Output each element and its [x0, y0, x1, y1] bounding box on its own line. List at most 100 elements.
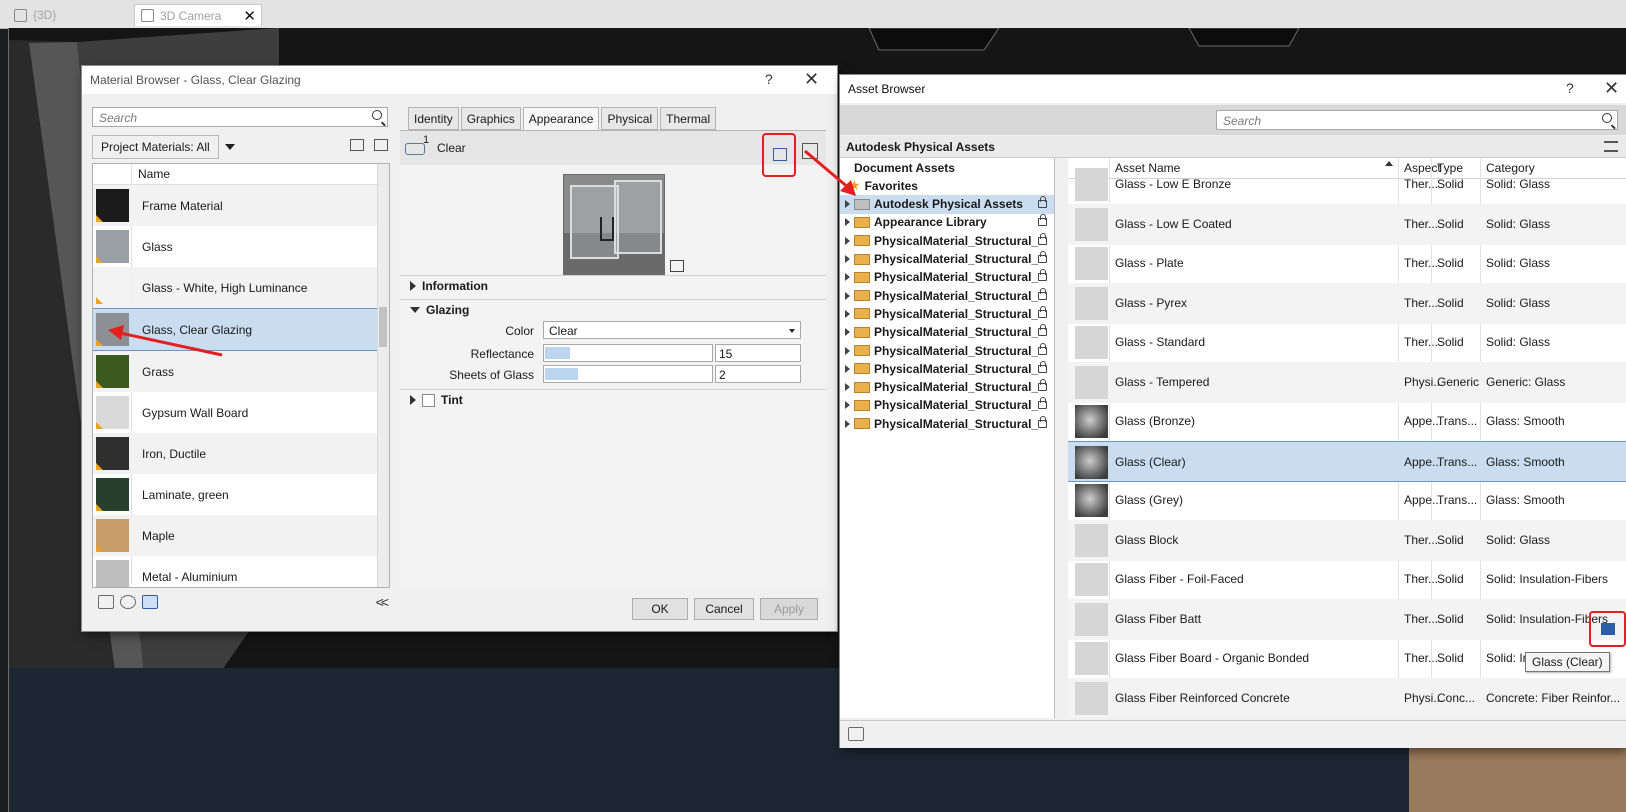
tab-thermal[interactable]: Thermal — [660, 107, 717, 130]
tree-item[interactable]: PhysicalMaterial_Structural_... — [840, 231, 1054, 250]
help-button[interactable]: ? — [1566, 80, 1574, 96]
tree-item[interactable]: PhysicalMaterial_Structural_... — [840, 323, 1054, 342]
tab-physical[interactable]: Physical — [601, 107, 659, 130]
asset-row[interactable]: Glass Fiber - Foil-Faced Ther... Solid Soli… — [1068, 559, 1626, 600]
tab-identity[interactable]: Identity — [408, 107, 459, 130]
expand-icon[interactable] — [845, 328, 850, 337]
material-row[interactable]: Frame Material — [93, 185, 389, 226]
asset-swatch — [1075, 326, 1108, 359]
scrollbar-thumb[interactable] — [379, 307, 387, 347]
close-dialog-button[interactable]: ✕ — [804, 69, 819, 90]
ok-button[interactable]: OK — [632, 598, 688, 620]
asset-row[interactable]: Glass - Low E Coated Ther... Solid Solid: G… — [1068, 203, 1626, 245]
asset-row[interactable]: Glass Fiber Batt Ther... Solid Solid: Insul… — [1068, 598, 1626, 640]
material-swatch — [96, 396, 129, 429]
material-row[interactable]: Grass — [93, 351, 389, 392]
tree-item-label: PhysicalMaterial_Structural_... — [874, 306, 1038, 321]
asset-row[interactable]: Glass (Grey) Appe... Trans... Glass: Smooth — [1068, 480, 1626, 521]
tab-appearance[interactable]: Appearance — [522, 107, 600, 130]
sheets-input[interactable]: 2 — [715, 365, 801, 383]
expand-icon[interactable] — [845, 309, 850, 318]
material-row[interactable]: Iron, Ductile — [93, 433, 389, 474]
material-row[interactable]: Gypsum Wall Board — [93, 392, 389, 433]
material-editor-tabs: Identity Graphics Appearance Physical Th… — [408, 107, 717, 130]
expand-icon[interactable] — [845, 236, 850, 245]
asset-row[interactable]: Glass (Bronze) Appe... Trans... Glass: Smoo… — [1068, 401, 1626, 442]
list-view-options-icon[interactable] — [374, 139, 388, 151]
tree-item[interactable]: PhysicalMaterial_Structural_... — [840, 359, 1054, 378]
material-swatch — [96, 437, 129, 470]
tree-item[interactable]: PhysicalMaterial_Structural_... — [840, 250, 1054, 269]
expand-icon[interactable] — [845, 401, 850, 410]
expand-icon[interactable] — [845, 419, 850, 428]
tree-item[interactable]: PhysicalMaterial_Structural_... — [840, 396, 1054, 415]
expand-icon[interactable] — [845, 218, 850, 227]
tree-item[interactable]: ★ Favorites — [840, 176, 1054, 195]
tab-graphics[interactable]: Graphics — [460, 107, 521, 130]
expand-icon[interactable] — [845, 364, 850, 373]
library-manage-icon[interactable] — [848, 727, 864, 741]
expand-icon[interactable] — [845, 383, 850, 392]
help-button[interactable]: ? — [765, 71, 773, 87]
material-list-scrollbar[interactable] — [377, 164, 389, 587]
tab-3d-camera[interactable]: 3D Camera ✕ — [134, 4, 262, 26]
asset-row[interactable]: Glass - Plate Ther... Solid Solid: Glass — [1068, 243, 1626, 284]
asset-row[interactable]: Glass - Low E Bronze Ther... Solid Solid: G… — [1068, 164, 1626, 205]
material-row[interactable]: Metal - Aluminium — [93, 556, 389, 587]
tree-item[interactable]: Appearance Library — [840, 213, 1054, 232]
asset-row[interactable]: Glass Fiber Reinforced Concrete Physi... C… — [1068, 677, 1626, 718]
expand-icon[interactable] — [845, 291, 850, 300]
create-material-icon[interactable] — [120, 595, 136, 609]
close-dialog-button[interactable]: ✕ — [1604, 78, 1619, 99]
material-search-input[interactable]: Search — [92, 107, 388, 127]
asset-row[interactable]: Glass - Standard Ther... Solid Solid: Glass — [1068, 322, 1626, 363]
close-tab-icon[interactable]: ✕ — [243, 7, 256, 25]
material-row[interactable]: Glass, Clear Glazing — [93, 308, 389, 351]
tree-item[interactable]: PhysicalMaterial_Structural_... — [840, 378, 1054, 397]
asset-row[interactable]: Glass - Pyrex Ther... Solid Solid: Glass — [1068, 282, 1626, 324]
column-header-name[interactable]: Name — [93, 164, 389, 584]
color-dropdown[interactable]: Clear — [543, 321, 801, 339]
tint-checkbox[interactable] — [422, 393, 435, 407]
asset-browser-toolbar — [840, 720, 1626, 748]
replace-asset-button[interactable] — [762, 133, 796, 177]
section-tint[interactable]: Tint — [400, 389, 826, 410]
asset-row[interactable]: Glass (Clear) Appe... Trans... Glass: Smoot… — [1068, 440, 1626, 482]
reflectance-input[interactable]: 15 — [715, 344, 801, 362]
material-row[interactable]: Glass - White, High Luminance — [93, 267, 389, 308]
section-glazing[interactable]: Glazing — [400, 299, 826, 320]
replace-in-editor-button[interactable] — [1589, 611, 1626, 647]
reflectance-slider[interactable] — [543, 344, 713, 362]
expand-icon[interactable] — [845, 273, 850, 282]
section-information[interactable]: Information — [400, 275, 826, 296]
sheets-slider[interactable] — [543, 365, 713, 383]
tree-item[interactable]: Autodesk Physical Assets — [840, 194, 1054, 214]
material-row[interactable]: Maple — [93, 515, 389, 556]
material-name: Grass — [142, 364, 175, 379]
material-row[interactable]: Glass — [93, 226, 389, 267]
tree-item[interactable]: PhysicalMaterial_Structural_I... — [840, 286, 1054, 305]
show-asset-browser-icon[interactable] — [142, 595, 158, 609]
project-materials-filter[interactable]: Project Materials: All — [92, 135, 388, 159]
expand-icon[interactable] — [845, 346, 850, 355]
library-manage-icon[interactable] — [98, 595, 114, 609]
tree-item[interactable]: PhysicalMaterial_Structural_... — [840, 304, 1054, 323]
cancel-button[interactable]: Cancel — [694, 598, 754, 620]
asset-row[interactable]: Glass Block Ther... Solid Solid: Glass — [1068, 519, 1626, 561]
expand-icon[interactable] — [845, 200, 850, 209]
preview-scene-icon[interactable] — [670, 260, 684, 272]
collapse-panel-icon[interactable]: << — [376, 594, 389, 610]
duplicate-asset-icon[interactable] — [802, 143, 818, 159]
tree-item[interactable]: Document Assets — [840, 158, 1068, 177]
asset-search-input[interactable]: Search — [1216, 110, 1618, 130]
asset-row[interactable]: Glass - Tempered Physi... Generic Generic: … — [1068, 361, 1626, 403]
tree-item[interactable]: PhysicalMaterial_Structural_... — [840, 268, 1054, 287]
tab-3d[interactable]: {3D} — [8, 4, 118, 26]
view-options-icon[interactable] — [1604, 141, 1618, 152]
panel-layout-icon[interactable] — [350, 139, 364, 151]
tree-item[interactable]: PhysicalMaterial_Structural_... — [840, 414, 1054, 433]
expand-icon[interactable] — [845, 255, 850, 263]
tree-item[interactable]: PhysicalMaterial_Structural_... — [840, 341, 1054, 360]
material-row[interactable]: Laminate, green — [93, 474, 389, 515]
apply-button[interactable]: Apply — [760, 598, 818, 620]
